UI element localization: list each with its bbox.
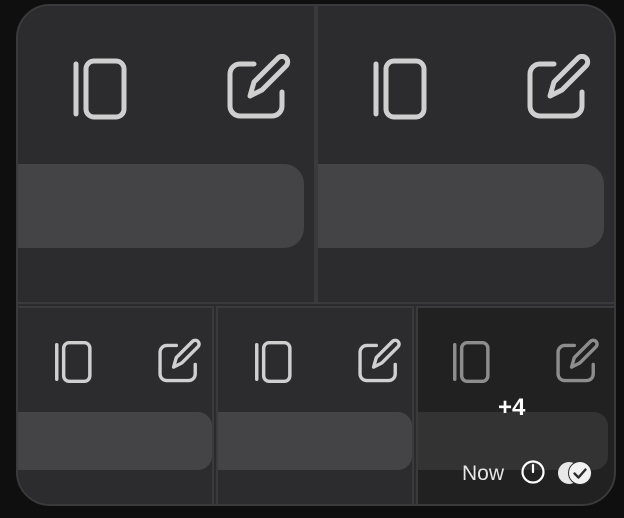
- message-timestamp: Now: [462, 462, 505, 485]
- text-field-placeholder: [218, 412, 412, 470]
- double-check-icon: [558, 461, 592, 485]
- screenshot-tile-2[interactable]: [316, 6, 614, 304]
- screenshot-tile-4[interactable]: [216, 306, 414, 504]
- text-field-placeholder: [18, 412, 212, 470]
- screenshot-tile-5-more[interactable]: +4 Now: [416, 306, 614, 504]
- more-images-count[interactable]: +4: [498, 394, 525, 422]
- sidebar-icon: [373, 58, 427, 120]
- sidebar-icon: [73, 58, 127, 120]
- compose-icon: [227, 54, 291, 119]
- clock-icon: [521, 460, 545, 484]
- sidebar-icon: [255, 340, 292, 384]
- compose-icon: [527, 54, 591, 119]
- text-field-placeholder: [18, 164, 304, 248]
- sidebar-icon: [55, 340, 92, 384]
- image-grid-message-bubble[interactable]: +4 Now: [16, 4, 616, 506]
- compose-icon: [158, 338, 201, 383]
- screenshot-tile-1[interactable]: [18, 6, 316, 304]
- compose-icon: [358, 338, 401, 383]
- screenshot-tile-3[interactable]: [18, 306, 214, 504]
- text-field-placeholder: [318, 164, 604, 248]
